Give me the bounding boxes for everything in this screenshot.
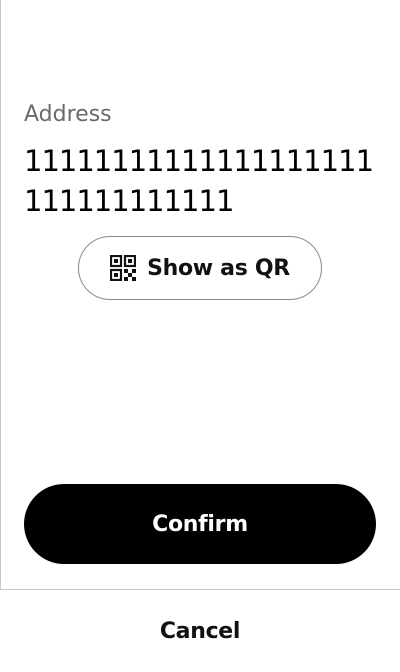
cancel-button[interactable]: Cancel	[0, 590, 400, 672]
address-label: Address	[24, 102, 112, 127]
show-as-qr-button[interactable]: Show as QR	[78, 236, 322, 300]
qr-code-icon	[109, 254, 137, 282]
confirm-button[interactable]: Confirm	[24, 484, 376, 564]
screen-edge	[0, 0, 1, 672]
show-as-qr-label: Show as QR	[147, 255, 290, 281]
address-value: 11111111111111111111111111111111	[24, 144, 374, 218]
